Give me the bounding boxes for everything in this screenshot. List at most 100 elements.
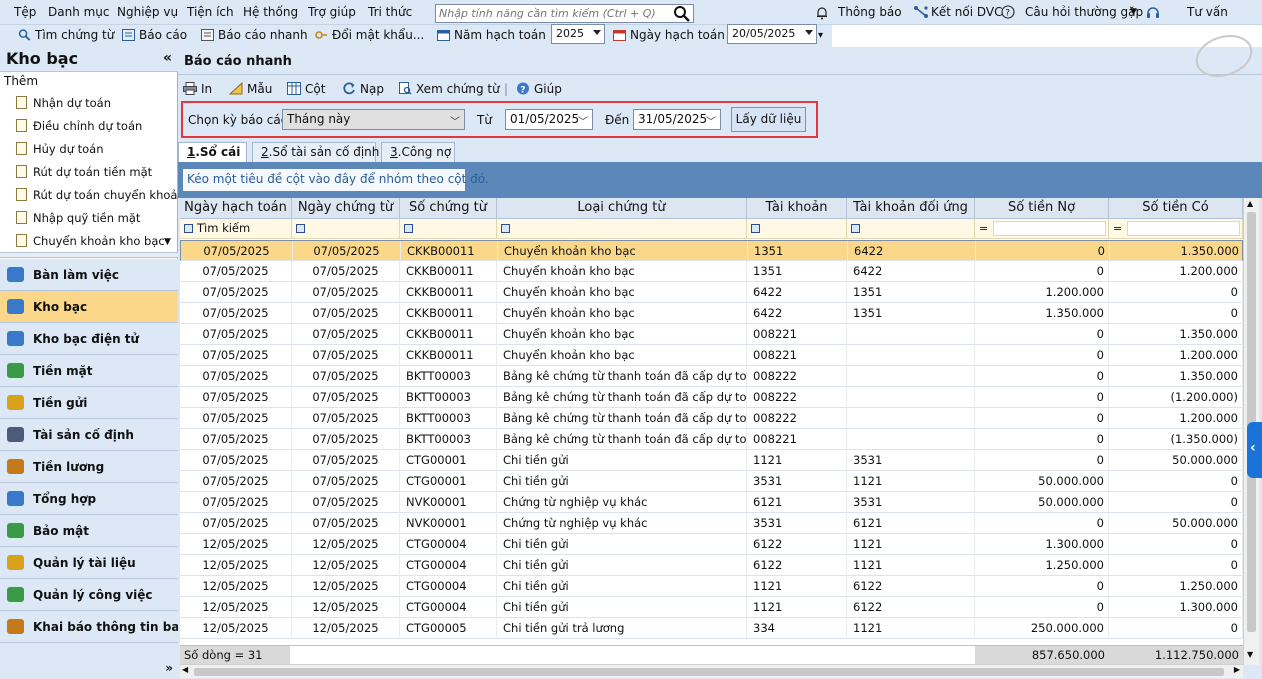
table-row[interactable]: 07/05/2025 07/05/2025 CKKB00011 Chuyển khoả… <box>180 282 1243 303</box>
chevron-down-icon[interactable]: ﹀ <box>578 113 588 132</box>
tab-so-tai-san-co-dinh[interactable]: 2.Sổ tài sản cố định <box>252 142 379 162</box>
faq-link[interactable]: Câu hỏi thường gặp <box>1025 5 1143 19</box>
filter-cell[interactable]: = <box>1109 219 1243 239</box>
columns-button[interactable]: Cột <box>287 82 325 96</box>
table-row[interactable]: 07/05/2025 07/05/2025 BKTT00003 Bảng kê chứ… <box>180 387 1243 408</box>
nav-item-3[interactable]: Tiền mặt <box>0 355 178 387</box>
filter-menu-icon[interactable] <box>851 224 860 233</box>
table-row[interactable]: 07/05/2025 07/05/2025 CKKB00011 Chuyển khoả… <box>180 303 1243 324</box>
nav-item-0[interactable]: Bàn làm việc <box>0 259 178 291</box>
scroll-left-icon[interactable]: ◀ <box>182 665 188 674</box>
filter-cell[interactable] <box>847 219 975 239</box>
nav-item-9[interactable]: Quản lý tài liệu <box>0 547 178 579</box>
filter-menu-icon[interactable] <box>751 224 760 233</box>
table-row[interactable]: 07/05/2025 07/05/2025 CKKB00011 Chuyển khoả… <box>180 345 1243 366</box>
table-row[interactable]: 12/05/2025 12/05/2025 CTG00004 Chi tiền gửi… <box>180 597 1243 618</box>
table-row[interactable]: 07/05/2025 07/05/2025 CTG00001 Chi tiền gửi… <box>180 471 1243 492</box>
notifications-link[interactable]: Thông báo <box>838 5 902 19</box>
help-button[interactable]: ? Giúp <box>516 82 562 96</box>
reload-button[interactable]: Nạp <box>342 82 384 96</box>
from-date-field[interactable]: 01/05/2025 ﹀ <box>505 109 593 130</box>
table-row[interactable]: 12/05/2025 12/05/2025 CTG00005 Chi tiền gửi… <box>180 618 1243 639</box>
chevron-down-icon[interactable]: ﹀ <box>450 113 460 132</box>
change-password-button[interactable]: Đổi mật khẩu... <box>315 27 424 45</box>
filter-menu-icon[interactable] <box>404 224 413 233</box>
expand-list-icon[interactable]: ▼ <box>164 237 171 247</box>
column-header[interactable]: Tài khoản đối ứng <box>847 198 975 219</box>
dropdown-arrow-icon[interactable] <box>805 30 813 35</box>
filter-cell[interactable] <box>497 219 747 239</box>
table-row[interactable]: 07/05/2025 07/05/2025 CKKB00011 Chuyển khoả… <box>180 324 1243 345</box>
nav-item-2[interactable]: Kho bạc điện tử <box>0 323 178 355</box>
menu-help[interactable]: Trợ giúp <box>308 5 356 19</box>
table-row[interactable]: 07/05/2025 07/05/2025 BKTT00003 Bảng kê chứ… <box>180 429 1243 450</box>
table-row[interactable]: 07/05/2025 07/05/2025 NVK00001 Chứng từ ngh… <box>180 513 1243 534</box>
menu-operations[interactable]: Nghiệp vụ <box>117 5 178 19</box>
chevron-left-icon[interactable]: ‹ <box>1250 440 1256 456</box>
table-row[interactable]: 07/05/2025 07/05/2025 CTG00001 Chi tiền gửi… <box>180 450 1243 471</box>
collapse-sidebar-icon[interactable]: « <box>163 50 172 66</box>
table-row[interactable]: 12/05/2025 12/05/2025 CTG00004 Chi tiền gửi… <box>180 576 1243 597</box>
group-by-panel[interactable]: Kéo một tiêu đề cột vào đây để nhóm theo… <box>178 162 1262 198</box>
feature-search[interactable] <box>435 4 694 23</box>
hscroll-thumb[interactable] <box>194 668 1224 676</box>
report-button[interactable]: Báo cáo <box>122 27 187 45</box>
sidebar-item-dieu-chinh-du-toan[interactable]: Điều chỉnh dự toán <box>16 119 142 139</box>
column-header[interactable]: Số tiền Nợ <box>975 198 1109 219</box>
nav-item-4[interactable]: Tiền gửi <box>0 387 178 419</box>
side-panel-toggle[interactable]: ‹ <box>1247 422 1262 478</box>
table-row[interactable]: 07/05/2025 07/05/2025 CKKB00011 Chuyển khoả… <box>180 240 1243 262</box>
fetch-data-button[interactable]: Lấy dữ liệu <box>731 107 806 132</box>
table-row[interactable]: 07/05/2025 07/05/2025 CKKB00011 Chuyển khoả… <box>180 261 1243 282</box>
print-button[interactable]: In <box>183 82 212 96</box>
caret-down-icon[interactable]: ▼ <box>1130 7 1137 17</box>
to-date-field[interactable]: 31/05/2025 ﹀ <box>633 109 721 130</box>
advice-link[interactable]: Tư vấn <box>1187 5 1228 19</box>
nav-item-6[interactable]: Tiền lương <box>0 451 178 483</box>
quick-report-button[interactable]: Báo cáo nhanh <box>201 27 308 45</box>
menu-system[interactable]: Hệ thống <box>243 5 298 19</box>
nav-item-10[interactable]: Quản lý công việc <box>0 579 178 611</box>
table-row[interactable]: 07/05/2025 07/05/2025 NVK00001 Chứng từ ngh… <box>180 492 1243 513</box>
nav-item-8[interactable]: Bảo mật <box>0 515 178 547</box>
sidebar-item-nhan-du-toan[interactable]: Nhận dự toán <box>16 96 111 116</box>
column-header[interactable]: Loại chứng từ <box>497 198 747 219</box>
table-row[interactable]: 07/05/2025 07/05/2025 BKTT00003 Bảng kê chứ… <box>180 366 1243 387</box>
menu-catalog[interactable]: Danh mục <box>48 5 110 19</box>
filter-cell[interactable] <box>747 219 847 239</box>
filter-menu-icon[interactable] <box>501 224 510 233</box>
sidebar-item-rut-du-toan-tien-mat[interactable]: Rút dự toán tiền mặt <box>16 165 152 185</box>
nav-item-11[interactable]: Khai báo thông tin ba... <box>0 611 193 643</box>
sidebar-item-chuyen-khoan-kho-bac[interactable]: Chuyển khoản kho bạc <box>16 234 165 254</box>
filter-menu-icon[interactable] <box>184 224 193 233</box>
search-input[interactable] <box>439 6 671 21</box>
scroll-right-icon[interactable]: ▶ <box>1234 665 1240 674</box>
table-row[interactable]: 12/05/2025 12/05/2025 CTG00004 Chi tiền gửi… <box>180 555 1243 576</box>
table-row[interactable]: 12/05/2025 12/05/2025 CTG00004 Chi tiền gửi… <box>180 534 1243 555</box>
toolbar-overflow-icon[interactable]: ▾ <box>818 27 823 45</box>
more-icon[interactable]: » <box>165 661 173 675</box>
filter-cell[interactable]: Tìm kiếm <box>180 219 292 239</box>
filter-cell[interactable] <box>400 219 497 239</box>
column-header[interactable]: Ngày hạch toán <box>180 198 292 219</box>
find-voucher-button[interactable]: Tìm chứng từ <box>18 27 114 45</box>
nav-more[interactable]: » <box>0 643 178 679</box>
headset-icon[interactable] <box>1145 4 1161 20</box>
template-button[interactable]: Mẫu <box>229 82 272 96</box>
connect-icon[interactable] <box>913 5 929 19</box>
sidebar-item-rut-du-toan-chuyen-khoan[interactable]: Rút dự toán chuyển khoản <box>16 188 185 208</box>
chevron-down-icon[interactable]: ﹀ <box>706 113 716 132</box>
filter-operator[interactable]: = <box>979 219 988 238</box>
scroll-up-icon[interactable]: ▲ <box>1247 199 1253 208</box>
filter-operator[interactable]: = <box>1113 219 1122 238</box>
filter-menu-icon[interactable] <box>296 224 305 233</box>
filter-cell[interactable]: = <box>975 219 1109 239</box>
table-row[interactable]: 07/05/2025 07/05/2025 BKTT00003 Bảng kê chứ… <box>180 408 1243 429</box>
fiscal-year-select[interactable]: 2025 <box>551 24 605 44</box>
nav-item-1[interactable]: Kho bạc <box>0 291 178 323</box>
filter-input[interactable] <box>1127 221 1240 236</box>
connect-dvc-link[interactable]: Kết nối DVC <box>931 5 1002 19</box>
menu-knowledge[interactable]: Tri thức <box>368 5 412 19</box>
scroll-down-icon[interactable]: ▼ <box>1247 650 1253 659</box>
period-select[interactable]: Tháng này ﹀ <box>282 109 465 130</box>
